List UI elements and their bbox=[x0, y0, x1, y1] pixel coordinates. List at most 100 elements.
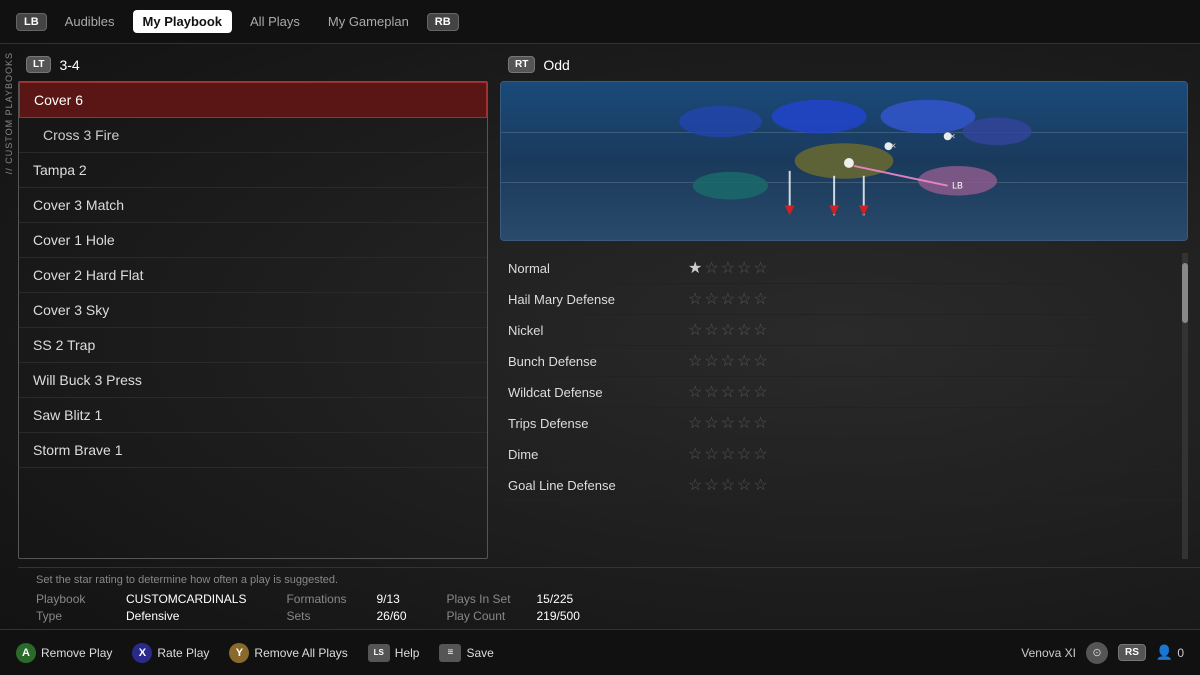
bottom-bar: A Remove Play X Rate Play Y Remove All P… bbox=[0, 629, 1200, 675]
situation-hailmary[interactable]: Hail Mary Defense ☆ ☆ ☆ ☆ ☆ bbox=[500, 284, 1188, 315]
app-container: LB Audibles My Playbook All Plays My Gam… bbox=[0, 0, 1200, 675]
stat-playsinset: Plays In Set 15/225 bbox=[447, 592, 580, 606]
stats-row: Playbook CUSTOMCARDINALS Type Defensive … bbox=[36, 592, 1182, 623]
stars-wildcat[interactable]: ☆ ☆ ☆ ☆ ☆ bbox=[688, 382, 768, 402]
play-item-ss2trap[interactable]: SS 2 Trap bbox=[19, 328, 487, 363]
hint-text: Set the star rating to determine how oft… bbox=[36, 574, 1182, 586]
lt-badge[interactable]: LT bbox=[26, 56, 51, 73]
nav-tab-allplays[interactable]: All Plays bbox=[240, 10, 310, 33]
scrollbar-track[interactable] bbox=[1182, 253, 1188, 559]
play-item-sawblitz1[interactable]: Saw Blitz 1 bbox=[19, 398, 487, 433]
situation-trips[interactable]: Trips Defense ☆ ☆ ☆ ☆ ☆ bbox=[500, 408, 1188, 439]
content-row: LT 3-4 Cover 6 Cross 3 Fire Tampa 2 Cove… bbox=[18, 44, 1200, 567]
sidebar-label: // CUSTOM PLAYBOOKS bbox=[2, 44, 16, 182]
save-label: Save bbox=[466, 646, 493, 660]
rate-play-label: Rate Play bbox=[157, 646, 209, 660]
lb-badge[interactable]: LB bbox=[16, 13, 47, 31]
help-btn[interactable]: LS Help bbox=[368, 644, 420, 662]
scrollbar-thumb[interactable] bbox=[1182, 263, 1188, 323]
user-profile-icon[interactable]: ⊙ bbox=[1086, 642, 1108, 664]
situation-wildcat[interactable]: Wildcat Defense ☆ ☆ ☆ ☆ ☆ bbox=[500, 377, 1188, 408]
situation-name-goalline: Goal Line Defense bbox=[508, 478, 688, 493]
play-item-tampa2[interactable]: Tampa 2 bbox=[19, 153, 487, 188]
bottom-info: Set the star rating to determine how oft… bbox=[18, 567, 1200, 629]
rb-badge[interactable]: RB bbox=[427, 13, 459, 31]
situations-list: Normal ★ ☆ ☆ ☆ ☆ Hail Mary Defense ☆ bbox=[500, 253, 1188, 559]
y-button-icon: Y bbox=[229, 643, 249, 663]
svg-text:×: × bbox=[890, 141, 896, 152]
play-diagram-svg: LB × × bbox=[501, 82, 1187, 240]
situation-bunch[interactable]: Bunch Defense ☆ ☆ ☆ ☆ ☆ bbox=[500, 346, 1188, 377]
situation-name-dime: Dime bbox=[508, 447, 688, 462]
play-item-cross3fire[interactable]: Cross 3 Fire bbox=[19, 118, 487, 153]
situation-name-wildcat: Wildcat Defense bbox=[508, 385, 688, 400]
play-item-cover2hardflat[interactable]: Cover 2 Hard Flat bbox=[19, 258, 487, 293]
stars-hailmary[interactable]: ☆ ☆ ☆ ☆ ☆ bbox=[688, 289, 768, 309]
stars-goalline[interactable]: ☆ ☆ ☆ ☆ ☆ bbox=[688, 475, 768, 495]
stat-label-sets: Sets bbox=[286, 609, 366, 623]
stat-value-formations: 9/13 bbox=[376, 592, 399, 606]
situation-normal[interactable]: Normal ★ ☆ ☆ ☆ ☆ bbox=[500, 253, 1188, 284]
rate-play-btn[interactable]: X Rate Play bbox=[132, 643, 209, 663]
stat-label-playsinset: Plays In Set bbox=[447, 592, 527, 606]
top-nav: LB Audibles My Playbook All Plays My Gam… bbox=[0, 0, 1200, 44]
stat-formations: Formations 9/13 bbox=[286, 592, 406, 606]
situation-name-bunch: Bunch Defense bbox=[508, 354, 688, 369]
play-list: Cover 6 Cross 3 Fire Tampa 2 Cover 3 Mat… bbox=[18, 81, 488, 559]
stars-nickel[interactable]: ☆ ☆ ☆ ☆ ☆ bbox=[688, 320, 768, 340]
formation-name: 3-4 bbox=[59, 57, 79, 73]
menu-button-icon: ≡ bbox=[439, 644, 461, 662]
stat-label-type: Type bbox=[36, 609, 116, 623]
stat-label-playbook: Playbook bbox=[36, 592, 116, 606]
play-item-cover1hole[interactable]: Cover 1 Hole bbox=[19, 223, 487, 258]
help-label: Help bbox=[395, 646, 420, 660]
stars-normal[interactable]: ★ ☆ ☆ ☆ ☆ bbox=[688, 258, 768, 278]
remove-play-btn[interactable]: A Remove Play bbox=[16, 643, 112, 663]
star-2[interactable]: ☆ bbox=[704, 258, 718, 278]
play-item-cover6[interactable]: Cover 6 bbox=[19, 82, 487, 118]
stat-label-playcount: Play Count bbox=[447, 609, 527, 623]
svg-text:LB: LB bbox=[952, 181, 963, 191]
stat-type: Type Defensive bbox=[36, 609, 246, 623]
bottom-right: Venova XI ⊙ RS 👤 0 bbox=[1021, 642, 1184, 664]
svg-text:×: × bbox=[950, 131, 956, 142]
rs-badge: RS bbox=[1118, 644, 1146, 661]
save-btn[interactable]: ≡ Save bbox=[439, 644, 493, 662]
stat-group-3: Plays In Set 15/225 Play Count 219/500 bbox=[447, 592, 580, 623]
ls-button-icon: LS bbox=[368, 644, 390, 662]
play-item-cover3match[interactable]: Cover 3 Match bbox=[19, 188, 487, 223]
situation-goalline[interactable]: Goal Line Defense ☆ ☆ ☆ ☆ ☆ bbox=[500, 470, 1188, 501]
stat-group-2: Formations 9/13 Sets 26/60 bbox=[286, 592, 406, 623]
main-content: LT 3-4 Cover 6 Cross 3 Fire Tampa 2 Cove… bbox=[0, 44, 1200, 629]
stars-dime[interactable]: ☆ ☆ ☆ ☆ ☆ bbox=[688, 444, 768, 464]
stars-trips[interactable]: ☆ ☆ ☆ ☆ ☆ bbox=[688, 413, 768, 433]
play-item-cover3sky[interactable]: Cover 3 Sky bbox=[19, 293, 487, 328]
profile-symbol: ⊙ bbox=[1092, 646, 1101, 659]
player-count: 0 bbox=[1177, 646, 1184, 660]
play-item-willbuck3press[interactable]: Will Buck 3 Press bbox=[19, 363, 487, 398]
left-panel: LT 3-4 Cover 6 Cross 3 Fire Tampa 2 Cove… bbox=[18, 44, 488, 567]
star-5[interactable]: ☆ bbox=[753, 258, 767, 278]
stat-value-playbook: CUSTOMCARDINALS bbox=[126, 592, 246, 606]
situation-name-normal: Normal bbox=[508, 261, 688, 276]
nav-tab-audibles[interactable]: Audibles bbox=[55, 10, 125, 33]
remove-all-plays-btn[interactable]: Y Remove All Plays bbox=[229, 643, 347, 663]
formation-header: LT 3-4 bbox=[18, 52, 488, 81]
situation-nickel[interactable]: Nickel ☆ ☆ ☆ ☆ ☆ bbox=[500, 315, 1188, 346]
stars-bunch[interactable]: ☆ ☆ ☆ ☆ ☆ bbox=[688, 351, 768, 371]
remove-all-label: Remove All Plays bbox=[254, 646, 347, 660]
stat-playbook: Playbook CUSTOMCARDINALS bbox=[36, 592, 246, 606]
field-diagram: LB × × bbox=[500, 81, 1188, 241]
user-name: Venova XI bbox=[1021, 646, 1076, 660]
stat-value-type: Defensive bbox=[126, 609, 179, 623]
star-3[interactable]: ☆ bbox=[721, 258, 735, 278]
nav-tab-myplaybook[interactable]: My Playbook bbox=[133, 10, 232, 33]
stat-value-sets: 26/60 bbox=[376, 609, 406, 623]
stat-value-playcount: 219/500 bbox=[537, 609, 580, 623]
situation-dime[interactable]: Dime ☆ ☆ ☆ ☆ ☆ bbox=[500, 439, 1188, 470]
star-1[interactable]: ★ bbox=[688, 258, 702, 278]
play-item-stormbrave1[interactable]: Storm Brave 1 bbox=[19, 433, 487, 468]
rt-badge[interactable]: RT bbox=[508, 56, 535, 73]
nav-tab-mygameplan[interactable]: My Gameplan bbox=[318, 10, 419, 33]
star-4[interactable]: ☆ bbox=[737, 258, 751, 278]
